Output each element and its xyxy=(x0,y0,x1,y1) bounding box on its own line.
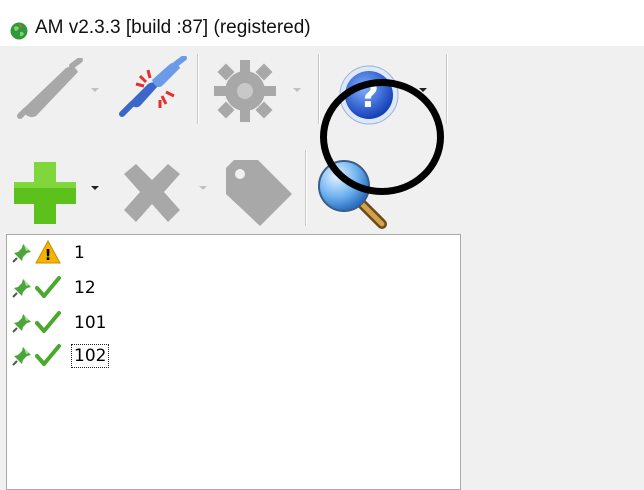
delete-dropdown-arrow[interactable] xyxy=(198,184,208,192)
warning-triangle-icon: ! xyxy=(35,240,61,264)
checkmark-icon xyxy=(35,311,61,333)
help-button[interactable]: ? xyxy=(338,64,400,126)
add-plus-icon xyxy=(14,162,76,224)
help-question-glyph: ? xyxy=(359,76,379,116)
toolbar-separator xyxy=(305,150,307,226)
app-client-area: ? ! 1 12 101 102 xyxy=(0,46,644,490)
green-pushpin-icon xyxy=(12,314,31,333)
search-dropdown-arrow[interactable] xyxy=(402,184,412,192)
green-pushpin-icon xyxy=(12,244,31,263)
connect-dropdown-arrow[interactable] xyxy=(90,86,100,94)
delete-button[interactable] xyxy=(118,162,186,224)
connect-plug-icon xyxy=(17,58,83,119)
disconnect-button[interactable] xyxy=(118,56,190,124)
tree-item-label: 1 xyxy=(74,243,85,263)
item-tree-view[interactable]: ! 1 12 101 102 xyxy=(6,234,461,490)
tree-item-label: 12 xyxy=(74,278,96,298)
toolbar-area: ? xyxy=(0,46,462,234)
magnifier-search-icon xyxy=(318,160,387,229)
gear-settings-icon xyxy=(214,60,276,122)
add-button[interactable] xyxy=(10,158,80,228)
tag-button[interactable] xyxy=(222,154,296,228)
toolbar-separator xyxy=(318,54,320,124)
tag-label-icon xyxy=(226,160,292,226)
green-pushpin-icon xyxy=(12,347,31,366)
warning-exclamation-glyph: ! xyxy=(45,246,52,264)
toolbar-separator xyxy=(197,54,199,124)
tree-item-label: 101 xyxy=(74,313,107,333)
help-dropdown-arrow[interactable] xyxy=(418,86,428,94)
add-dropdown-arrow[interactable] xyxy=(90,184,100,192)
checkmark-icon xyxy=(35,344,61,366)
connect-button[interactable] xyxy=(14,58,86,124)
settings-button[interactable] xyxy=(210,58,280,124)
delete-x-icon xyxy=(124,164,180,222)
search-button[interactable] xyxy=(316,158,390,230)
help-question-icon: ? xyxy=(339,65,399,125)
window-title: AM v2.3.3 [build :87] (registered) xyxy=(35,17,311,38)
title-bar: AM v2.3.3 [build :87] (registered) xyxy=(0,0,644,46)
green-pushpin-icon xyxy=(12,279,31,298)
settings-dropdown-arrow[interactable] xyxy=(292,86,302,94)
tree-item-label: 102 xyxy=(70,344,110,368)
checkmark-icon xyxy=(35,276,61,298)
green-globe-icon xyxy=(10,22,28,40)
disconnect-plug-icon xyxy=(119,56,187,117)
toolbar-separator xyxy=(446,54,448,124)
